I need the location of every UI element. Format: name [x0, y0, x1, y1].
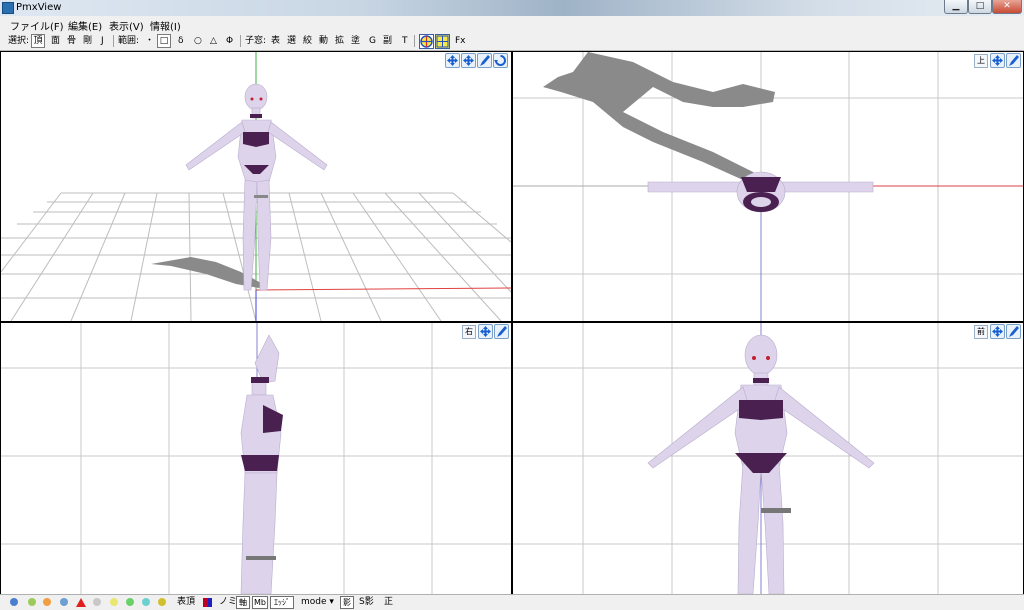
perspective-viewport[interactable] [1, 52, 511, 321]
front-scene [513, 323, 1023, 594]
top-scene [513, 52, 1023, 321]
rotate-pen-icon[interactable] [1006, 324, 1021, 339]
color-swatch-icon[interactable] [203, 598, 212, 607]
axis-toggle[interactable]: 軸 [236, 596, 250, 609]
range-circle-button[interactable]: ○ [194, 35, 202, 47]
close-button[interactable]: ✕ [992, 0, 1022, 14]
right-viewport[interactable]: 右 [1, 323, 511, 594]
toolbar-separator [240, 35, 241, 47]
select-bone-button[interactable]: 骨 [67, 35, 76, 47]
fx-button[interactable]: Fx [455, 35, 466, 47]
perspective-view-controls [445, 53, 511, 69]
top-viewport[interactable]: 上 [513, 52, 1023, 321]
display-vertex-icon[interactable] [10, 598, 18, 606]
range-phi-button[interactable]: Φ [226, 35, 233, 47]
rotate-pen-icon[interactable] [1006, 53, 1021, 68]
menu-edit[interactable]: 編集(E) [68, 18, 102, 33]
status-bar: 表頂 ノミ 軸 Mb ｴｯｼﾞ mode ▾ 影 S影 正 [0, 594, 1024, 610]
display-joint-icon[interactable] [110, 598, 118, 606]
menu-info[interactable]: 情報(I) [150, 18, 181, 33]
child-move-button[interactable]: 動 [319, 35, 328, 47]
minimize-button[interactable]: ▁ [944, 0, 968, 14]
title-bar[interactable]: PmxView ▁ □ ✕ [0, 0, 1024, 16]
display-morph-icon[interactable] [76, 598, 86, 607]
globe-view-icon[interactable] [419, 34, 434, 49]
shadow-toggle[interactable]: 影 [340, 596, 354, 609]
range-label: 範囲: [118, 36, 140, 46]
select-label: 選択: [8, 36, 30, 46]
status-vertex-table[interactable]: 表頂 [177, 597, 195, 608]
rotate-pen-icon[interactable] [477, 53, 492, 68]
select-rigid-button[interactable]: 剛 [83, 35, 92, 47]
mb-toggle[interactable]: Mb [252, 596, 268, 609]
select-vertex-button[interactable]: 頂 [31, 34, 45, 48]
display-face-icon[interactable] [158, 598, 166, 606]
menu-file[interactable]: ファイル(F) [10, 18, 64, 33]
display-bone-icon[interactable] [60, 598, 68, 606]
move-icon[interactable] [478, 324, 493, 339]
quad-view-icon[interactable] [435, 34, 450, 49]
reset-view-icon[interactable] [493, 53, 508, 68]
move-icon[interactable] [461, 53, 476, 68]
maximize-button[interactable]: □ [968, 0, 992, 14]
select-face-button[interactable]: 面 [51, 35, 60, 47]
move-icon[interactable] [445, 53, 460, 68]
range-triangle-button[interactable]: △ [210, 35, 217, 47]
top-view-label: 上 [974, 54, 988, 68]
edge-toggle[interactable]: ｴｯｼﾞ [270, 596, 294, 609]
top-view-controls: 上 [974, 53, 1022, 69]
move-icon[interactable] [990, 53, 1005, 68]
move-icon[interactable] [990, 324, 1005, 339]
rotate-pen-icon[interactable] [494, 324, 509, 339]
range-point-button[interactable]: ・ [145, 35, 154, 47]
right-view-label: 右 [462, 325, 476, 339]
pmx-app-icon [2, 2, 14, 14]
status-nomi[interactable]: ノミ [219, 597, 237, 608]
child-window-label: 子窓: [245, 36, 267, 46]
toolbar-separator [113, 35, 114, 47]
right-view-controls: 右 [462, 324, 510, 340]
toolbar-separator [414, 35, 415, 47]
self-shadow-toggle[interactable]: S影 [359, 597, 374, 608]
select-joint-button[interactable]: J [101, 35, 104, 47]
display-softbody-icon[interactable] [126, 598, 134, 606]
child-sub-button[interactable]: 副 [383, 35, 392, 47]
range-delta-button[interactable]: δ [178, 35, 184, 47]
toolbar: 選択: 頂 面 骨 剛 J 範囲: ・ □ δ ○ △ Φ 子窓: 表 選 絞 … [0, 32, 1024, 51]
display-rigid-icon[interactable] [93, 598, 101, 606]
child-select-button[interactable]: 選 [287, 35, 296, 47]
front-viewport[interactable]: 前 [513, 323, 1023, 594]
child-paint-button[interactable]: 塗 [351, 35, 360, 47]
range-rect-button[interactable]: □ [157, 34, 171, 48]
display-material-icon[interactable] [28, 598, 36, 606]
child-filter-button[interactable]: 絞 [303, 35, 312, 47]
viewport-area: 上 右 前 [0, 51, 1024, 594]
front-view-controls: 前 [974, 324, 1022, 340]
child-scale-button[interactable]: 拡 [335, 35, 344, 47]
display-texture-icon[interactable] [43, 598, 51, 606]
mode-dropdown[interactable]: mode ▾ [301, 597, 334, 608]
pmxview-window: PmxView ▁ □ ✕ ファイル(F) 編集(E) 表示(V) 情報(I) … [0, 0, 1024, 610]
menu-view[interactable]: 表示(V) [109, 18, 144, 33]
window-title: PmxView [16, 2, 62, 13]
right-scene [1, 323, 511, 594]
ortho-toggle[interactable]: 正 [384, 597, 393, 608]
child-t-button[interactable]: T [402, 35, 408, 47]
perspective-scene [1, 52, 511, 321]
front-view-label: 前 [974, 325, 988, 339]
menu-bar: ファイル(F) 編集(E) 表示(V) 情報(I) [0, 16, 1024, 33]
display-ik-icon[interactable] [142, 598, 150, 606]
child-group-button[interactable]: G [369, 35, 376, 47]
child-table-button[interactable]: 表 [271, 35, 280, 47]
